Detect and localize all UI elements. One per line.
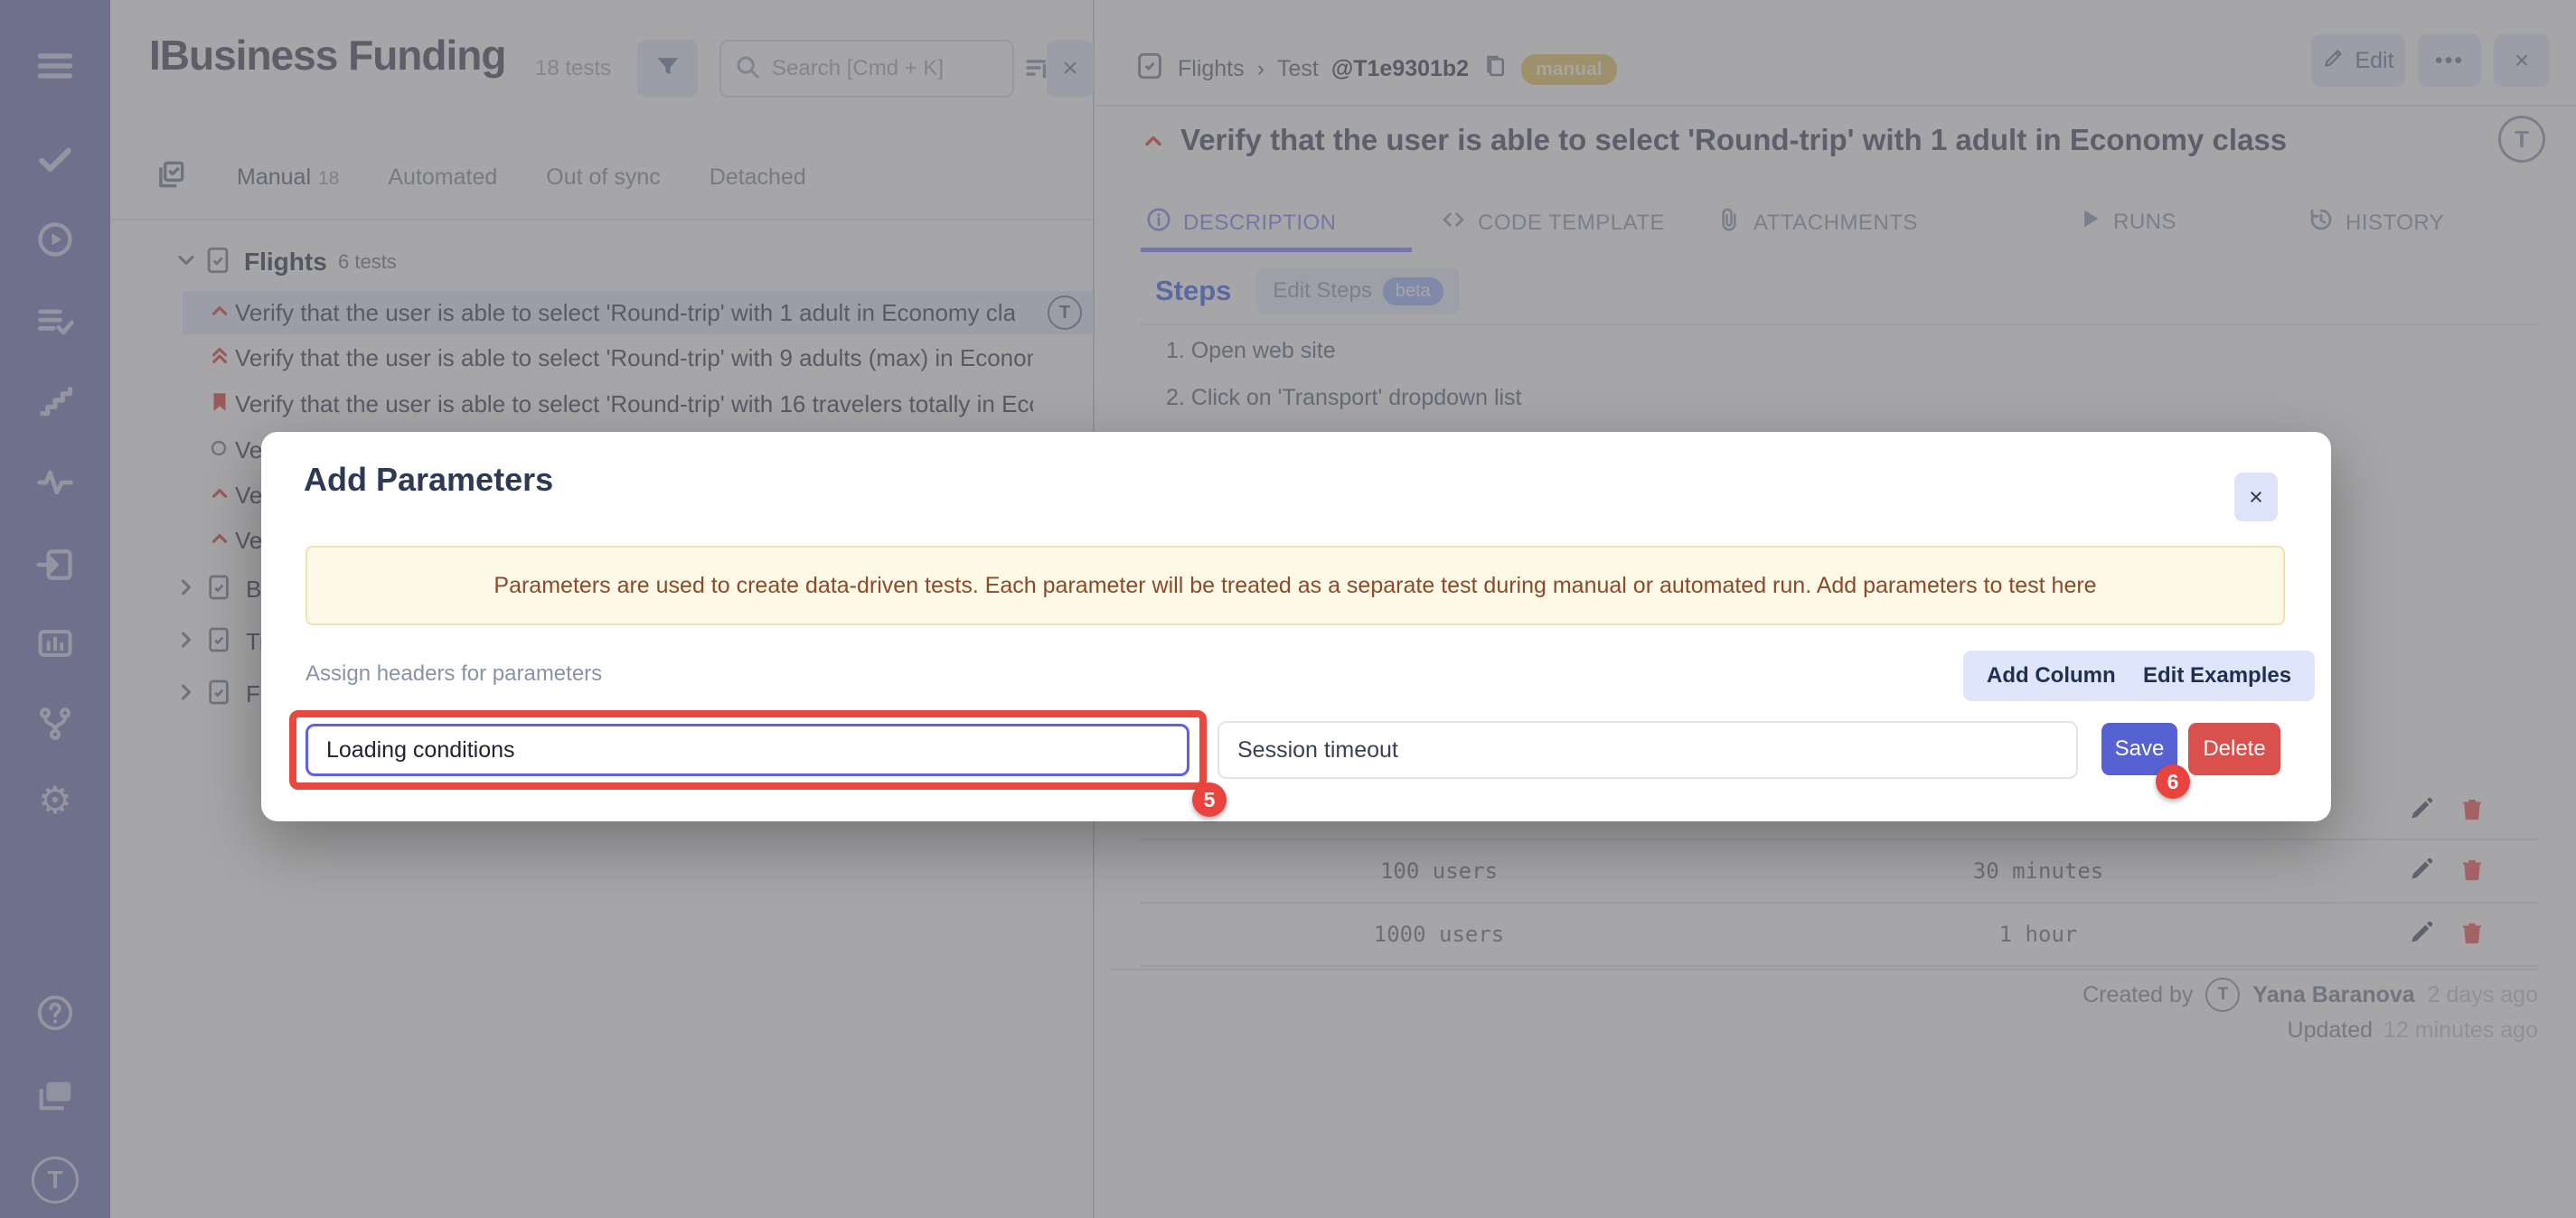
add-parameters-modal: Add Parameters × Parameters are used to … bbox=[261, 432, 2331, 821]
add-column-button[interactable]: Add Column bbox=[1963, 651, 2139, 701]
modal-title: Add Parameters bbox=[304, 461, 553, 499]
annotation-badge-6: 6 bbox=[2156, 764, 2190, 799]
annotation-badge-5: 5 bbox=[1192, 782, 1227, 817]
info-alert: Parameters are used to create data-drive… bbox=[306, 546, 2285, 625]
parameter-name-input[interactable] bbox=[306, 724, 1189, 776]
delete-label: Delete bbox=[2203, 736, 2265, 762]
info-alert-text: Parameters are used to create data-drive… bbox=[494, 573, 2096, 599]
app-screen: ⚙ T IBusiness Funding 18 tests × bbox=[0, 0, 2576, 1218]
parameter-name-input-2[interactable] bbox=[1217, 721, 2078, 779]
modal-close-button[interactable]: × bbox=[2234, 473, 2278, 521]
edit-examples-button[interactable]: Edit Examples bbox=[2120, 651, 2315, 701]
save-label: Save bbox=[2115, 736, 2165, 762]
annotation-highlight-box bbox=[289, 710, 1207, 790]
close-icon: × bbox=[2249, 483, 2263, 511]
delete-button[interactable]: Delete bbox=[2188, 723, 2280, 775]
edit-examples-label: Edit Examples bbox=[2143, 663, 2291, 689]
assign-headers-label: Assign headers for parameters bbox=[306, 661, 602, 687]
add-column-label: Add Column bbox=[1987, 663, 2116, 689]
